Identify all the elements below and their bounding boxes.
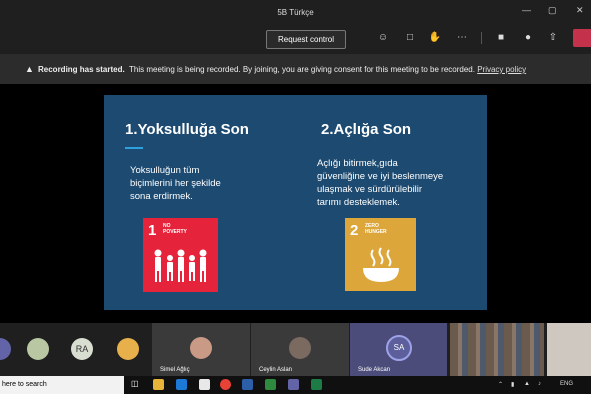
slide-right-title: 2.Açlığa Son (321, 121, 412, 138)
participant-name: Simel Ağlıç (160, 367, 190, 373)
toolbar-divider (481, 32, 482, 44)
text-line: sona erdirmek. (130, 191, 193, 202)
share-icon[interactable]: ⇧ (546, 31, 560, 45)
self-video-tile[interactable] (547, 323, 591, 376)
participant-tile[interactable]: Ceylin Aslan (251, 323, 349, 376)
participant-tile[interactable]: Simel Ağlıç (152, 323, 250, 376)
bowl-icon (363, 247, 399, 282)
goal-number: 2 (350, 222, 359, 239)
participant-avatar (190, 337, 212, 359)
text-line: tarımı desteklemek. (317, 197, 400, 208)
window-title: 5B Türkçe (277, 8, 314, 17)
maximize-icon[interactable]: ▢ (548, 5, 557, 16)
chat-icon[interactable]: □ (403, 31, 417, 45)
privacy-policy-link[interactable]: Privacy policy (477, 65, 526, 74)
participant-avatar[interactable] (27, 338, 49, 360)
app-icon[interactable] (242, 379, 253, 390)
shared-slide: 1.Yoksulluğa Son 2.Açlığa Son Yoksulluğu… (104, 95, 487, 310)
banner-bold-text: Recording has started. (38, 65, 125, 74)
language-indicator[interactable]: ENG (560, 381, 573, 387)
minimize-icon[interactable]: — (522, 5, 531, 15)
edge-icon[interactable] (176, 379, 187, 390)
mic-icon[interactable]: ● (521, 31, 535, 45)
participant-avatar[interactable] (117, 338, 139, 360)
participants-icon[interactable]: ☺ (376, 31, 390, 45)
raise-hand-icon[interactable]: ✋ (428, 31, 442, 45)
goal-label-line: HUNGER (365, 229, 387, 235)
excel-icon[interactable] (311, 379, 322, 390)
request-control-button[interactable]: Request control (266, 30, 346, 49)
goal-label: ZERO HUNGER (365, 223, 387, 235)
family-icon (154, 249, 207, 282)
volume-icon[interactable]: ♪ (538, 381, 541, 387)
tray-chevron-icon[interactable]: ⌃ (498, 381, 503, 388)
participant-avatar-sa: SA (386, 335, 412, 361)
battery-icon: ▮ (511, 382, 515, 388)
participant-avatar-ra[interactable]: RA (71, 338, 93, 360)
chrome-icon[interactable] (220, 379, 231, 390)
taskbar-search[interactable]: here to search (0, 376, 124, 394)
banner-text: This meeting is being recorded. By joini… (129, 65, 475, 74)
text-line: Açlığı bitirmek,gıda (317, 158, 398, 169)
warning-icon: ▲ (25, 64, 34, 74)
text-line: ulaşmak ve sürdürülebilir (317, 184, 423, 195)
participant-name: Ceylin Aslan (259, 367, 293, 373)
hangup-button[interactable] (573, 29, 591, 47)
gallery-video-tile[interactable] (450, 323, 544, 376)
recording-banner: ▲ Recording has started. This meeting is… (0, 54, 591, 84)
app-icon[interactable] (265, 379, 276, 390)
search-text: here to search (2, 381, 47, 388)
teams-icon[interactable] (288, 379, 299, 390)
slide-left-title: 1.Yoksulluğa Son (125, 121, 249, 138)
close-icon[interactable]: ✕ (576, 5, 584, 16)
task-view-icon[interactable]: ◫ (131, 379, 139, 388)
text-line: güvenliğine ve iyi beslenmeye (317, 171, 444, 182)
camera-icon[interactable]: ■ (494, 31, 508, 45)
more-icon[interactable]: ⋯ (455, 31, 469, 45)
sdg-goal-2-zero-hunger: 2 ZERO HUNGER (345, 218, 416, 291)
participant-name: Sude Akcan (358, 367, 391, 373)
goal-number: 1 (148, 222, 157, 239)
participant-tile[interactable]: SA Sude Akcan (350, 323, 447, 376)
text-line: biçimlerini her şekilde (130, 178, 221, 189)
store-icon[interactable] (199, 379, 210, 390)
slide-right-text: Açlığı bitirmek,gıda güvenliğine ve iyi … (317, 157, 443, 209)
text-line: Yoksulluğun tüm (130, 165, 200, 176)
goal-label-line: POVERTY (163, 229, 187, 235)
slide-left-text: Yoksulluğun tüm biçimlerini her şekilde … (130, 164, 221, 203)
sdg-goal-1-no-poverty: 1 NO POVERTY (143, 218, 218, 292)
title-bar: 5B Türkçe — ▢ ✕ (0, 0, 591, 24)
title-underline (125, 147, 143, 149)
file-explorer-icon[interactable] (153, 379, 164, 390)
participant-avatar (289, 337, 311, 359)
network-icon[interactable]: ▲ (524, 381, 530, 387)
goal-label: NO POVERTY (163, 223, 187, 235)
